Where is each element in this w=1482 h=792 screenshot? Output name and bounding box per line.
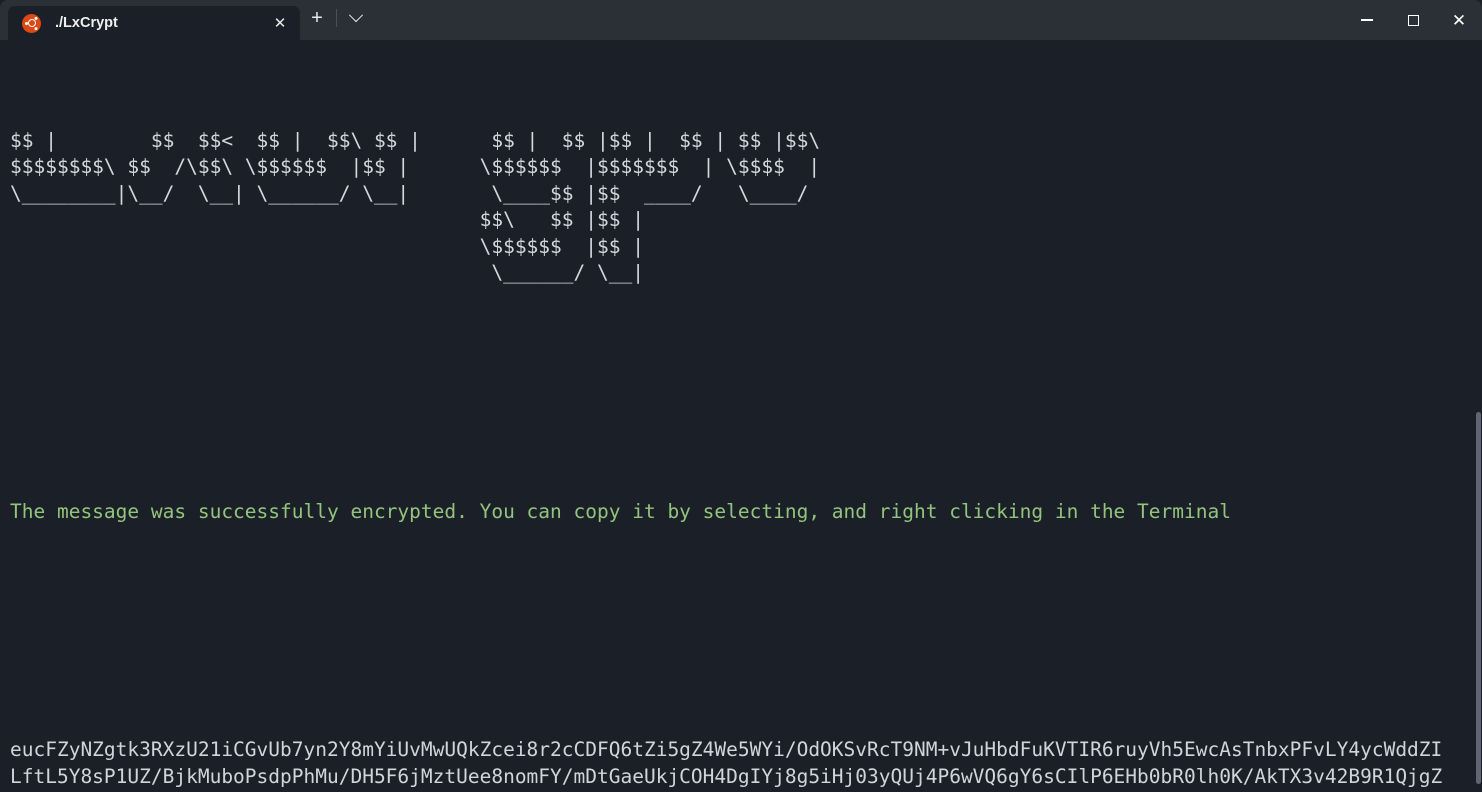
ubuntu-icon bbox=[22, 13, 41, 33]
blank-line-gap-1 bbox=[10, 366, 1482, 419]
new-tab-button[interactable]: + bbox=[300, 3, 334, 33]
blank-line-gap-2 bbox=[10, 605, 1482, 658]
maximize-button[interactable] bbox=[1390, 0, 1436, 40]
success-message: The message was successfully encrypted. … bbox=[10, 499, 1231, 523]
tab-title-label: ./LxCrypt bbox=[55, 15, 118, 31]
terminal-content: $$ | $$ $$< $$ | $$\ $$ | $$ | $$ |$$ | … bbox=[10, 48, 1482, 792]
ascii-banner: $$ | $$ $$< $$ | $$\ $$ | $$ | $$ |$$ | … bbox=[10, 128, 821, 285]
close-window-button[interactable]: ✕ bbox=[1436, 0, 1482, 40]
minimize-icon bbox=[1361, 19, 1373, 21]
tab-strip: ./LxCrypt ✕ + bbox=[0, 0, 1344, 40]
title-bar: ./LxCrypt ✕ + ✕ bbox=[0, 0, 1482, 40]
tab-lxcrypt[interactable]: ./LxCrypt ✕ bbox=[8, 6, 300, 40]
plus-icon: + bbox=[311, 7, 323, 29]
close-tab-icon[interactable]: ✕ bbox=[266, 9, 294, 37]
scrollbar-thumb[interactable] bbox=[1476, 412, 1481, 784]
chevron-down-icon bbox=[348, 8, 364, 23]
terminal-window: ./LxCrypt ✕ + ✕ $$ | $$ $$< $$ | $$\ $$ … bbox=[0, 0, 1482, 792]
tab-actions-divider bbox=[336, 9, 337, 27]
tab-dropdown-button[interactable] bbox=[339, 3, 373, 33]
window-controls: ✕ bbox=[1344, 0, 1482, 40]
tab-actions: + bbox=[300, 0, 373, 40]
minimize-button[interactable] bbox=[1344, 0, 1390, 40]
scrollbar-track[interactable] bbox=[1475, 40, 1482, 792]
maximize-icon bbox=[1407, 14, 1419, 26]
ciphertext-output[interactable]: eucFZyNZgtk3RXzU21iCGvUb7yn2Y8mYiUvMwUQk… bbox=[10, 737, 1453, 792]
terminal-viewport[interactable]: $$ | $$ $$< $$ | $$\ $$ | $$ | $$ |$$ | … bbox=[0, 40, 1482, 792]
close-icon: ✕ bbox=[1451, 10, 1467, 30]
